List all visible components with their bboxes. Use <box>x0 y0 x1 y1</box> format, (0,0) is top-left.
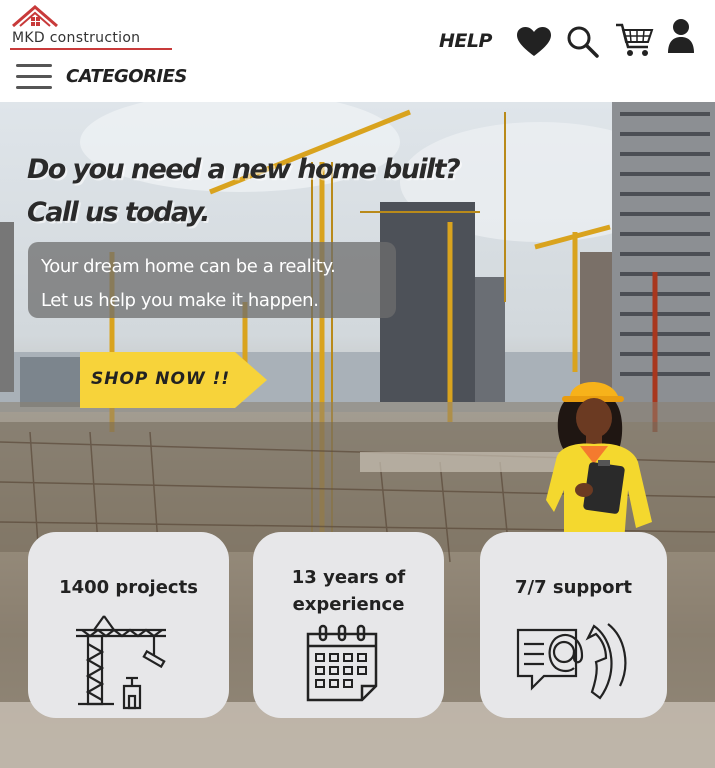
card-experience-title: 13 years of experience <box>253 564 444 618</box>
experience-line-2: experience <box>292 594 405 615</box>
card-projects[interactable]: 1400 projects <box>28 532 229 718</box>
site-header: MKD construction HELP CATEGORIES <box>0 0 715 102</box>
cart-icon[interactable] <box>614 20 656 58</box>
categories-link[interactable]: CATEGORIES <box>66 66 187 87</box>
tower-crane-icon <box>76 615 166 710</box>
headline-line-2: Call us today. <box>27 197 210 228</box>
hero-banner: Do you need a new home built? Call us to… <box>0 102 715 768</box>
user-icon[interactable] <box>667 18 695 54</box>
card-support-title: 7/7 support <box>514 577 633 598</box>
shop-now-button[interactable]: SHOP NOW !! <box>80 352 267 408</box>
card-support[interactable]: 7/7 support <box>480 532 667 718</box>
hero-subtext: Your dream home can be a reality. Let us… <box>41 250 336 318</box>
hero-subtext-box: Your dream home can be a reality. Let us… <box>28 242 396 318</box>
menu-icon[interactable] <box>16 64 52 90</box>
logo[interactable]: MKD construction <box>10 4 175 50</box>
email-phone-support-icon <box>516 623 627 700</box>
subtext-line-1: Your dream home can be a reality. <box>41 256 336 277</box>
calendar-icon <box>306 624 378 702</box>
card-experience[interactable]: 13 years of experience <box>253 532 444 718</box>
heart-icon[interactable] <box>516 26 552 58</box>
search-icon[interactable] <box>566 25 600 59</box>
help-link[interactable]: HELP <box>439 30 492 52</box>
logo-text: MKD construction <box>12 30 141 46</box>
card-projects-title: 1400 projects <box>59 577 198 598</box>
shop-now-label: SHOP NOW !! <box>91 369 231 389</box>
hero-headline: Do you need a new home built? Call us to… <box>27 148 461 234</box>
headline-line-1: Do you need a new home built? <box>27 154 461 185</box>
experience-line-1: 13 years of <box>291 567 406 588</box>
house-logo-icon <box>12 5 58 28</box>
subtext-line-2: Let us help you make it happen. <box>41 290 319 311</box>
logo-underline <box>10 48 172 50</box>
